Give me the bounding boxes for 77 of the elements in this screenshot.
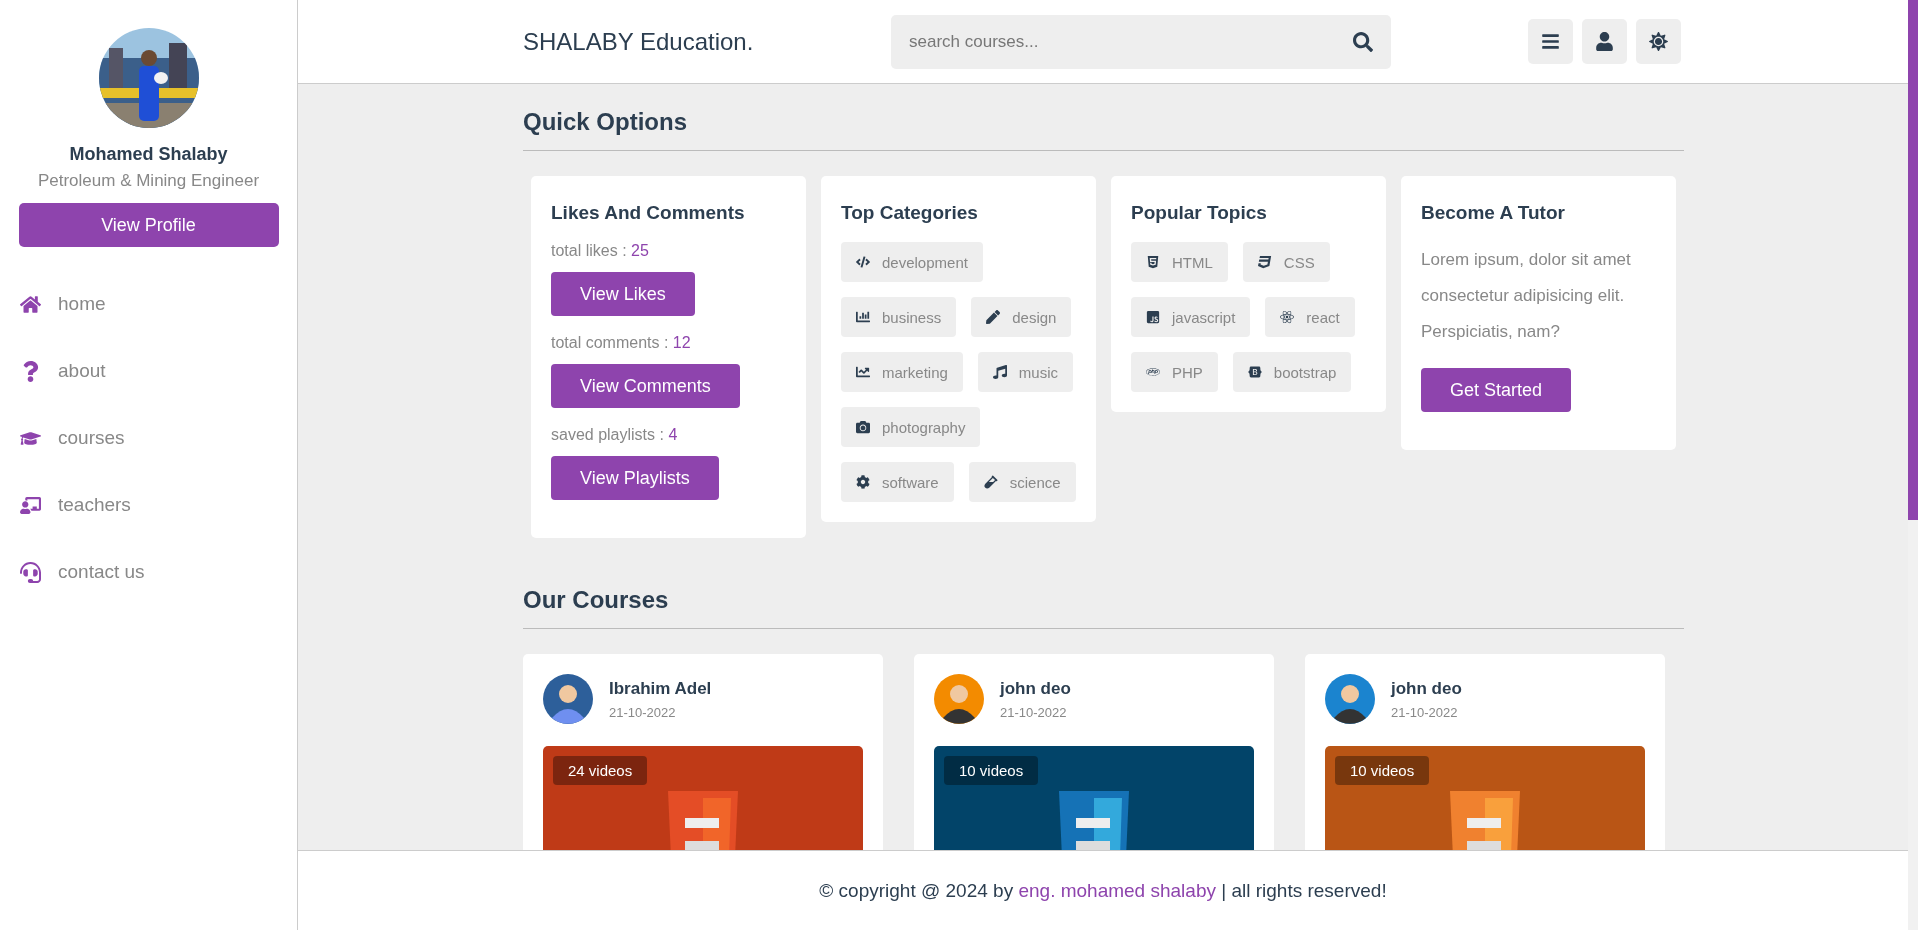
card-title: Become A Tutor	[1421, 202, 1566, 224]
stat-text: total comments : 12	[551, 334, 692, 352]
author-name: john deo	[1391, 678, 1462, 699]
tag-link[interactable]: react	[1265, 297, 1355, 337]
video-count: 10 videos	[1335, 756, 1430, 785]
video-count: 10 videos	[944, 756, 1039, 785]
test-tube-icon	[983, 475, 998, 489]
js-icon	[1146, 310, 1160, 324]
sun-icon	[1649, 32, 1668, 51]
view-button[interactable]: View Comments	[551, 364, 740, 408]
tag-link[interactable]: music	[977, 352, 1074, 392]
html5-icon	[1146, 255, 1160, 269]
bootstrap-icon	[1247, 365, 1262, 379]
tag-link[interactable]: science	[968, 462, 1076, 502]
nav-link[interactable]: courses	[18, 421, 297, 455]
avatar	[1325, 674, 1375, 724]
stat-text: saved playlists : 4	[551, 426, 679, 444]
code-icon	[856, 255, 870, 269]
music-icon	[992, 365, 1007, 379]
pen-icon	[986, 310, 1001, 324]
user-button[interactable]	[1582, 19, 1627, 64]
search-field[interactable]: search courses...	[891, 14, 1391, 69]
nav-link[interactable]: teachers	[18, 488, 297, 522]
tag-link[interactable]: development	[841, 242, 983, 282]
avatar	[934, 674, 984, 724]
site-logo[interactable]: SHALABY Education.	[523, 27, 891, 56]
course-date: 21-10-2022	[609, 704, 677, 720]
nav-link[interactable]: home	[18, 287, 297, 321]
teacher-icon	[18, 494, 42, 516]
tag-link[interactable]: bootstrap	[1232, 352, 1352, 392]
search-icon[interactable]	[1353, 31, 1373, 52]
line-chart-icon	[856, 365, 870, 379]
avatar	[543, 674, 593, 724]
menu-button[interactable]	[1528, 19, 1573, 64]
tag-link[interactable]: PHP	[1131, 352, 1218, 392]
section-title: Our Courses	[523, 562, 1684, 629]
card-title: Top Categories	[841, 202, 979, 224]
tag-link[interactable]: software	[841, 462, 954, 502]
profile-name: Mohamed Shalaby	[69, 144, 228, 165]
view-button[interactable]: View Playlists	[551, 456, 719, 500]
view-button[interactable]: View Likes	[551, 272, 695, 316]
tag-link[interactable]: design	[971, 297, 1072, 337]
view-profile-button[interactable]: View Profile	[18, 203, 279, 247]
theme-toggle-button[interactable]	[1636, 19, 1681, 64]
gear-icon	[856, 475, 870, 489]
headset-icon	[18, 561, 42, 583]
tag-link[interactable]: CSS	[1242, 242, 1330, 282]
copyright-text: © copyright @ 2024 by eng. mohamed shalaby | all rights reserved!	[819, 879, 1387, 902]
tag-link[interactable]: photography	[841, 407, 981, 447]
php-icon	[1146, 365, 1160, 379]
camera-icon	[856, 420, 870, 434]
bar-chart-icon	[856, 310, 870, 324]
author-link[interactable]: eng. mohamed shalaby	[1018, 879, 1216, 901]
menu-icon	[1541, 32, 1560, 51]
scrollbar-thumb[interactable]	[1908, 0, 1918, 520]
user-icon	[1595, 32, 1614, 51]
card-title: Likes And Comments	[551, 202, 746, 224]
tag-link[interactable]: marketing	[841, 352, 963, 392]
tutor-text: Lorem ipsum, dolor sit amet consectetur adipisicing elit. Perspiciatis, nam?	[1421, 249, 1632, 343]
tag-link[interactable]: javascript	[1131, 297, 1251, 337]
card-title: Popular Topics	[1131, 202, 1268, 224]
profile-role: Petroleum & Mining Engineer	[37, 171, 260, 191]
course-date: 21-10-2022	[1000, 704, 1068, 720]
home-icon	[18, 293, 42, 315]
react-icon	[1280, 310, 1295, 324]
nav-link[interactable]: about	[18, 354, 297, 388]
author-name: Ibrahim Adel	[609, 678, 712, 699]
course-date: 21-10-2022	[1391, 704, 1459, 720]
tag-link[interactable]: HTML	[1131, 242, 1228, 282]
video-count: 24 videos	[553, 756, 648, 785]
get-started-button[interactable]: Get Started	[1421, 368, 1572, 412]
tag-link[interactable]: business	[841, 297, 957, 337]
nav-link[interactable]: contact us	[18, 555, 297, 589]
section-title: Quick Options	[523, 84, 1684, 151]
stat-text: total likes : 25	[551, 242, 650, 260]
css3-icon	[1257, 255, 1272, 269]
author-name: john deo	[1000, 678, 1071, 699]
